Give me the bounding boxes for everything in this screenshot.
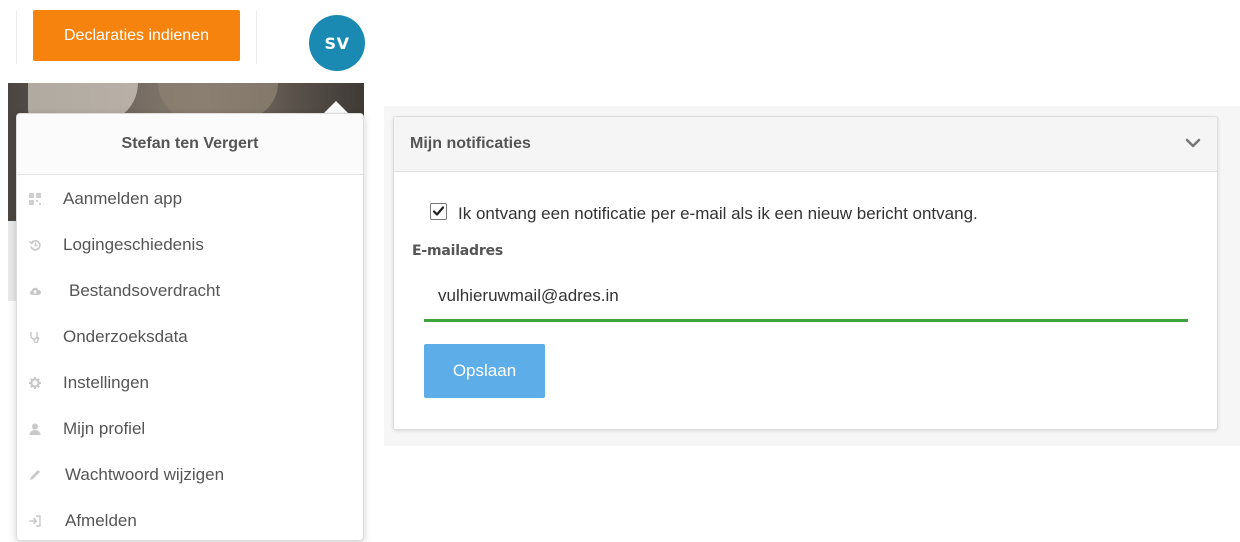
avatar[interactable]: SV xyxy=(309,15,365,71)
save-button[interactable]: Opslaan xyxy=(424,344,545,398)
dropdown-arrow xyxy=(324,101,348,113)
panel-title: Mijn notificaties xyxy=(410,135,531,152)
menu-item-label: Wachtwoord wijzigen xyxy=(65,465,225,484)
notifications-panel: Mijn notificaties Ik ontvang een notific… xyxy=(393,116,1218,430)
qr-grid-icon xyxy=(29,193,41,205)
left-column: Declaraties indienen SV Stefan ten Verge… xyxy=(0,0,372,542)
menu-item-label: Instellingen xyxy=(63,373,150,392)
menu-item-label: Aanmelden app xyxy=(63,189,183,208)
panel-header[interactable]: Mijn notificaties xyxy=(394,117,1217,172)
sign-out-icon xyxy=(29,515,41,527)
menu-item-onderzoeksdata[interactable]: Onderzoeksdata xyxy=(17,322,363,352)
menu-item-bestandsoverdracht[interactable]: Bestandsoverdracht xyxy=(17,276,363,306)
menu-item-label: Onderzoeksdata xyxy=(63,327,188,346)
cloud-upload-icon xyxy=(30,287,41,295)
menu-item-mijn-profiel[interactable]: Mijn profiel xyxy=(17,414,363,444)
stethoscope-icon xyxy=(30,332,40,343)
menu-item-logingeschiedenis[interactable]: Logingeschiedenis xyxy=(17,230,363,260)
chevron-down-icon[interactable] xyxy=(1185,137,1201,149)
topbar-divider xyxy=(16,10,17,64)
menu-item-label: Bestandsoverdracht xyxy=(69,281,221,300)
menu-item-instellingen[interactable]: Instellingen xyxy=(17,368,363,398)
menu-item-aanmelden-app[interactable]: Aanmelden app xyxy=(17,184,363,214)
topbar-divider xyxy=(256,10,257,64)
checkmark-icon xyxy=(432,206,445,216)
email-field-label: E-mailadres xyxy=(412,243,504,259)
user-icon xyxy=(29,423,41,435)
menu-item-wachtwoord-wijzigen[interactable]: Wachtwoord wijzigen xyxy=(17,460,363,490)
history-icon xyxy=(29,240,41,251)
menu-item-label: Afmelden xyxy=(65,511,137,530)
background-fill xyxy=(8,221,16,301)
menu-item-afmelden[interactable]: Afmelden xyxy=(17,506,363,536)
pencil-icon xyxy=(30,470,40,480)
user-menu-dropdown: Stefan ten Vergert Aanmelden app Loginge… xyxy=(16,113,364,541)
email-notification-checkbox[interactable] xyxy=(430,203,447,220)
menu-item-label: Mijn profiel xyxy=(63,419,146,438)
declaraties-indienen-button[interactable]: Declaraties indienen xyxy=(33,10,240,61)
menu-item-label: Logingeschiedenis xyxy=(63,235,204,254)
user-menu-name: Stefan ten Vergert xyxy=(17,114,363,175)
email-notification-label: Ik ontvang een notificatie per e-mail al… xyxy=(458,204,978,223)
gear-icon xyxy=(29,377,41,389)
email-field[interactable] xyxy=(424,272,1188,322)
